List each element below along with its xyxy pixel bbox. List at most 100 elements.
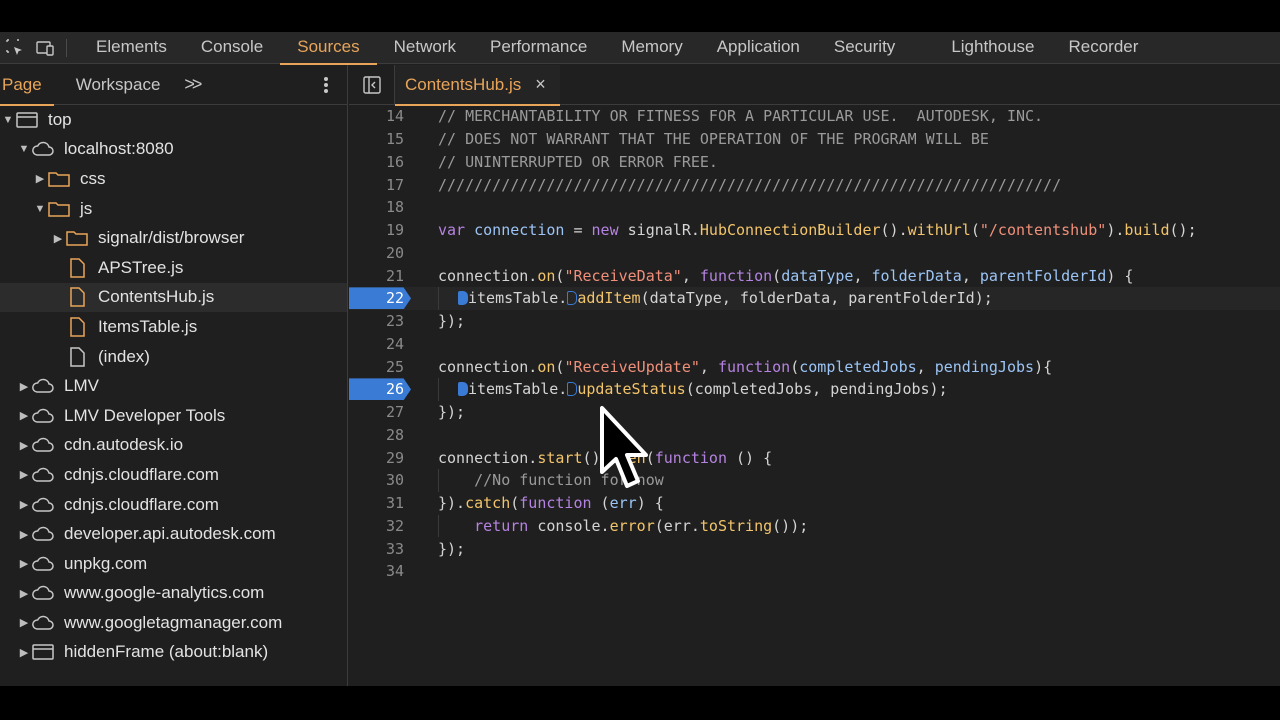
line-number[interactable]: 34 xyxy=(349,562,404,580)
tree-item[interactable]: (index) xyxy=(0,342,347,372)
code-line[interactable]: 30 //No function for now xyxy=(349,469,1280,492)
tab-application[interactable]: Application xyxy=(700,32,817,64)
tab-lighthouse[interactable]: Lighthouse xyxy=(934,32,1051,64)
tree-item[interactable]: ▶ LMV Developer Tools xyxy=(0,401,347,431)
code-line[interactable]: 22 itemsTable. addItem(dataType, folderDat… xyxy=(349,287,1280,310)
code-line[interactable]: 26 itemsTable. updateStatus(completedJobs,… xyxy=(349,378,1280,401)
inline-breakpoint-icon[interactable] xyxy=(458,382,468,397)
collapsed-arrow-icon[interactable]: ▶ xyxy=(18,409,30,422)
tree-item[interactable]: ContentsHub.js xyxy=(0,282,347,313)
collapsed-arrow-icon[interactable]: ▶ xyxy=(18,439,30,452)
tree-item[interactable]: ▶ www.google-analytics.com xyxy=(0,579,347,609)
tab-elements[interactable]: Elements xyxy=(79,32,184,64)
line-number[interactable]: 17 xyxy=(349,176,404,194)
tree-item[interactable]: ▶ cdn.autodesk.io xyxy=(0,431,347,461)
navigator-menu-icon[interactable] xyxy=(323,75,329,95)
line-number[interactable]: 33 xyxy=(349,540,404,558)
tree-item[interactable]: ▶ hiddenFrame (about:blank) xyxy=(0,638,347,668)
line-number[interactable]: 29 xyxy=(349,449,404,467)
code-line[interactable]: 21 connection.on("ReceiveData", function(… xyxy=(349,264,1280,287)
code-line[interactable]: 23}); xyxy=(349,310,1280,333)
inline-breakpoint-icon[interactable] xyxy=(567,382,578,397)
line-number[interactable]: 20 xyxy=(349,244,404,262)
inline-breakpoint-icon[interactable] xyxy=(567,291,578,306)
code-line[interactable]: 34 xyxy=(349,560,1280,583)
code-line[interactable]: 24 xyxy=(349,333,1280,356)
line-number[interactable]: 25 xyxy=(349,358,404,376)
code-line[interactable]: 28 xyxy=(349,424,1280,447)
code-line[interactable]: 18 xyxy=(349,196,1280,219)
line-number[interactable]: 19 xyxy=(349,221,404,239)
tree-item[interactable]: ▶ developer.api.autodesk.com xyxy=(0,519,347,549)
line-number[interactable]: 16 xyxy=(349,153,404,171)
tree-item[interactable]: ▶ LMV xyxy=(0,371,347,401)
inline-breakpoint-icon[interactable] xyxy=(458,291,468,306)
line-number[interactable]: 23 xyxy=(349,312,404,330)
more-tabs-button[interactable]: >> xyxy=(184,74,202,95)
collapsed-arrow-icon[interactable]: ▶ xyxy=(18,498,30,511)
tab-security[interactable]: Security xyxy=(817,32,912,64)
collapsed-arrow-icon[interactable]: ▶ xyxy=(18,587,30,600)
collapsed-arrow-icon[interactable]: ▶ xyxy=(18,646,30,659)
line-number[interactable]: 31 xyxy=(349,494,404,512)
tree-item[interactable]: ▶ unpkg.com xyxy=(0,549,347,579)
code-line[interactable]: 31}).catch(function (err) { xyxy=(349,492,1280,515)
file-tab-contentshub[interactable]: ContentsHub.js × xyxy=(395,64,560,106)
tree-item[interactable]: ▶ css xyxy=(0,164,347,194)
expanded-arrow-icon[interactable]: ▼ xyxy=(34,203,46,215)
collapsed-arrow-icon[interactable]: ▶ xyxy=(18,380,30,393)
tree-item[interactable]: ▼ localhost:8080 xyxy=(0,135,347,165)
breakpoint-marker[interactable]: 26 xyxy=(349,378,411,401)
device-toolbar-icon[interactable] xyxy=(30,32,60,64)
line-number[interactable]: 21 xyxy=(349,267,404,285)
line-number[interactable]: 32 xyxy=(349,517,404,535)
code-area[interactable]: 14 // MERCHANTABILITY OR FITNESS FOR A PA… xyxy=(349,105,1280,583)
line-number[interactable]: 18 xyxy=(349,198,404,216)
toggle-navigator-icon[interactable] xyxy=(349,64,395,105)
code-line[interactable]: 17 //////////////////////////////////////… xyxy=(349,173,1280,196)
tab-performance[interactable]: Performance xyxy=(473,32,604,64)
code-line[interactable]: 27}); xyxy=(349,401,1280,424)
line-number[interactable]: 27 xyxy=(349,403,404,421)
code-line[interactable]: 32 return console.error(err.toString()); xyxy=(349,514,1280,538)
line-number[interactable]: 15 xyxy=(349,130,404,148)
collapsed-arrow-icon[interactable]: ▶ xyxy=(18,616,30,629)
code-line[interactable]: 14 // MERCHANTABILITY OR FITNESS FOR A PA… xyxy=(349,105,1280,128)
expanded-arrow-icon[interactable]: ▼ xyxy=(2,114,14,126)
collapsed-arrow-icon[interactable]: ▶ xyxy=(18,468,30,481)
collapsed-arrow-icon[interactable]: ▶ xyxy=(18,528,30,541)
code-line[interactable]: 19 var connection = new signalR.HubConnec… xyxy=(349,219,1280,242)
code-line[interactable]: 16 // UNINTERRUPTED OR ERROR FREE. xyxy=(349,151,1280,174)
tree-item[interactable]: ▶ signalr/dist/browser xyxy=(0,223,347,253)
line-number[interactable]: 30 xyxy=(349,471,404,489)
tree-item[interactable]: ▼ js xyxy=(0,194,347,224)
close-tab-icon[interactable]: × xyxy=(535,74,546,95)
collapsed-arrow-icon[interactable]: ▶ xyxy=(52,232,64,245)
tab-sources[interactable]: Sources xyxy=(280,32,378,65)
code-line[interactable]: 25 connection.on ("ReceiveUpdate", functio… xyxy=(349,355,1280,378)
tree-item[interactable]: APSTree.js xyxy=(0,253,347,283)
breakpoint-marker[interactable]: 22 xyxy=(349,287,411,310)
line-number[interactable]: 24 xyxy=(349,335,404,353)
code-line[interactable]: 29connection.start().then(function () { xyxy=(349,446,1280,469)
tree-item[interactable]: ▶ www.googletagmanager.com xyxy=(0,608,347,638)
tab-memory[interactable]: Memory xyxy=(604,32,699,64)
tab-workspace[interactable]: Workspace xyxy=(76,65,175,105)
line-number[interactable]: 28 xyxy=(349,426,404,444)
code-line[interactable]: 20 xyxy=(349,242,1280,265)
tree-item[interactable]: ▼ top xyxy=(0,105,347,135)
tab-console[interactable]: Console xyxy=(184,32,280,64)
tree-item[interactable]: ▶ cdnjs.cloudflare.com xyxy=(0,490,347,520)
tab-page[interactable]: Page xyxy=(0,65,76,106)
inspect-element-icon[interactable] xyxy=(0,32,30,64)
expanded-arrow-icon[interactable]: ▼ xyxy=(18,143,30,155)
line-number[interactable]: 14 xyxy=(349,107,404,125)
collapsed-arrow-icon[interactable]: ▶ xyxy=(18,557,30,570)
tab-network[interactable]: Network xyxy=(377,32,473,64)
tree-item[interactable]: ▶ cdnjs.cloudflare.com xyxy=(0,460,347,490)
tree-item[interactable]: ItemsTable.js xyxy=(0,312,347,342)
collapsed-arrow-icon[interactable]: ▶ xyxy=(34,172,46,185)
code-line[interactable]: 33}); xyxy=(349,537,1280,560)
code-line[interactable]: 15 // DOES NOT WARRANT THAT THE OPERATION… xyxy=(349,128,1280,151)
tab-recorder[interactable]: Recorder xyxy=(1052,32,1156,64)
